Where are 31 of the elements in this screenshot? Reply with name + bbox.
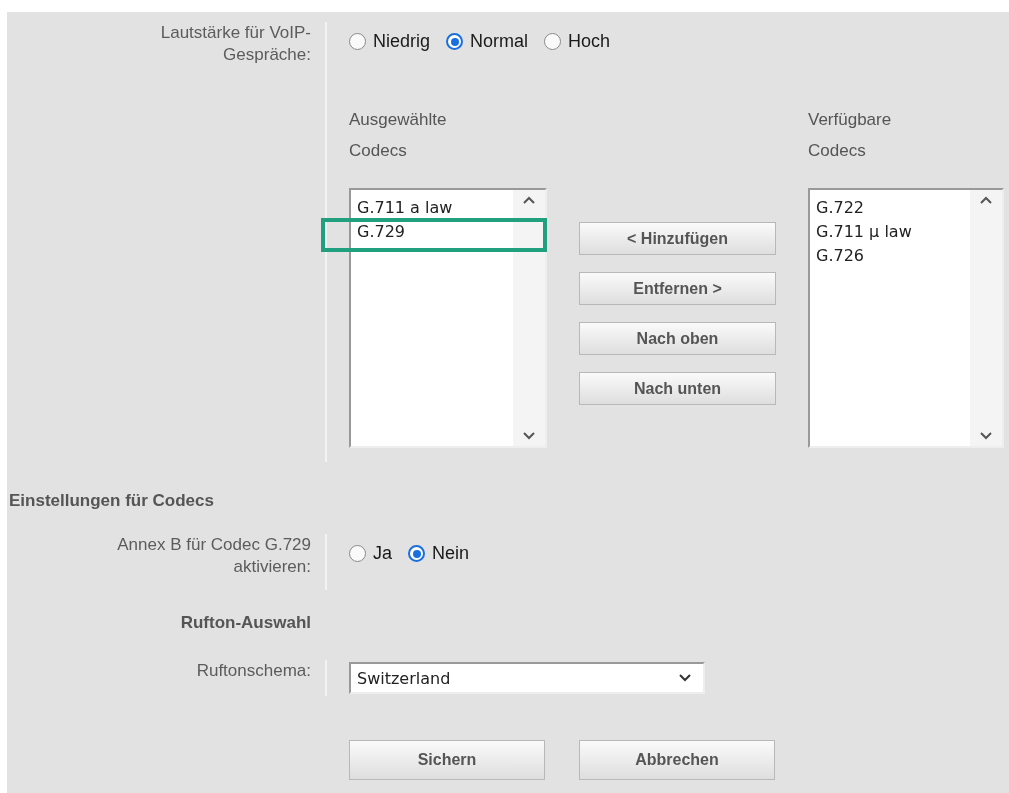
column-heading: Verfügbare Codecs	[808, 109, 893, 162]
move-button[interactable]: < Hinzufügen	[579, 222, 776, 255]
list-item[interactable]: G.726	[810, 244, 970, 268]
list-item[interactable]: G.711 µ law	[810, 220, 970, 244]
radio-option[interactable]: Normal	[446, 31, 529, 52]
codec-listbox[interactable]: G.711 a law G.729	[349, 188, 547, 448]
form-button[interactable]: Abbrechen	[579, 740, 775, 780]
radio-option[interactable]: Hoch	[544, 31, 611, 52]
column-heading: Ausgewählte Codecs	[349, 109, 448, 162]
move-button[interactable]: Entfernen >	[579, 272, 776, 305]
field-label: Lautstärke für VoIP-Gespräche:	[159, 22, 311, 66]
scroll-down-icon[interactable]	[523, 432, 535, 440]
scroll-up-icon[interactable]	[523, 196, 535, 204]
move-button[interactable]: Nach oben	[579, 322, 776, 355]
codec-listbox[interactable]: G.722 G.711 µ law G.726	[808, 188, 1004, 448]
field-label: Annex B für Codec G.729 aktivieren:	[116, 534, 311, 578]
section-heading: Einstellungen für Codecs	[9, 490, 215, 512]
move-button[interactable]: Nach unten	[579, 372, 776, 405]
radio-option[interactable]: Ja	[349, 543, 392, 564]
radio-option[interactable]: Nein	[408, 543, 470, 564]
form-button[interactable]: Sichern	[349, 740, 545, 780]
caret-icon	[679, 674, 691, 682]
radio-option[interactable]: Niedrig	[349, 31, 431, 52]
section-heading: Rufton-Auswahl	[180, 613, 311, 632]
list-item[interactable]: G.711 a law	[351, 196, 513, 220]
scroll-up-icon[interactable]	[980, 196, 992, 204]
list-item[interactable]: G.729	[351, 220, 513, 244]
list-item[interactable]: G.722	[810, 196, 970, 220]
ringtone-dropdown[interactable]: Switzerland	[349, 662, 705, 694]
scroll-down-icon[interactable]	[980, 432, 992, 440]
field-label: Ruftonschema:	[196, 660, 311, 682]
